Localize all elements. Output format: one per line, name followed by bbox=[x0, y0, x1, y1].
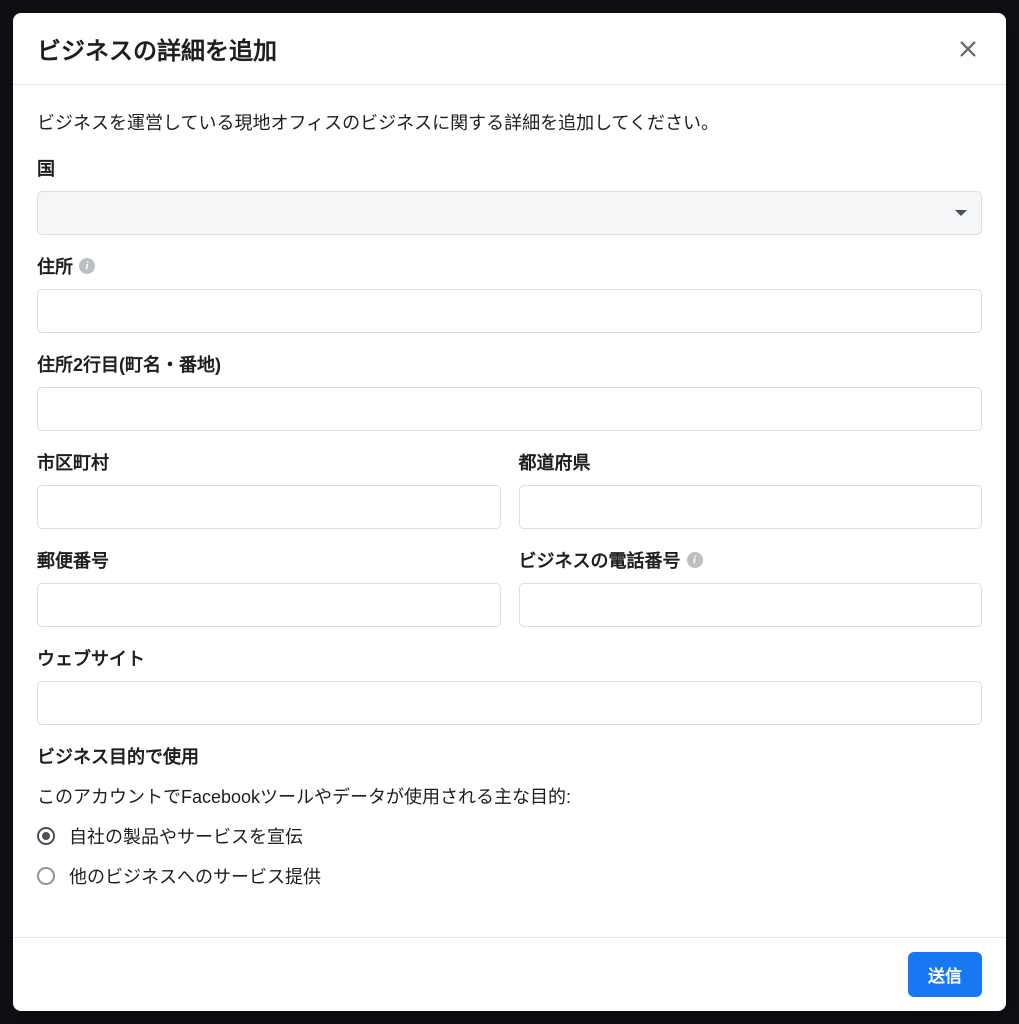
phone-label: ビジネスの電話番号 i bbox=[519, 547, 983, 573]
modal-header: ビジネスの詳細を追加 bbox=[13, 13, 1006, 85]
address-input[interactable] bbox=[37, 289, 982, 333]
modal-body: ビジネスを運営している現地オフィスのビジネスに関する詳細を追加してください。 国… bbox=[13, 85, 1006, 937]
info-icon[interactable]: i bbox=[79, 258, 95, 274]
city-label: 市区町村 bbox=[37, 449, 501, 475]
radio-label: 他のビジネスへのサービス提供 bbox=[69, 863, 321, 889]
field-city: 市区町村 bbox=[37, 449, 501, 529]
postal-label: 郵便番号 bbox=[37, 547, 501, 573]
website-label: ウェブサイト bbox=[37, 645, 982, 671]
modal-title: ビジネスの詳細を追加 bbox=[37, 31, 277, 66]
radio-label: 自社の製品やサービスを宣伝 bbox=[69, 823, 303, 849]
field-postal: 郵便番号 bbox=[37, 547, 501, 627]
website-input[interactable] bbox=[37, 681, 982, 725]
radio-option-promote-own[interactable]: 自社の製品やサービスを宣伝 bbox=[37, 823, 982, 849]
radio-icon bbox=[37, 867, 55, 885]
country-label: 国 bbox=[37, 155, 982, 181]
purpose-heading: ビジネス目的で使用 bbox=[37, 743, 982, 769]
radio-icon bbox=[37, 827, 55, 845]
country-select[interactable] bbox=[37, 191, 982, 235]
field-phone: ビジネスの電話番号 i bbox=[519, 547, 983, 627]
field-country: 国 bbox=[37, 155, 982, 235]
info-icon[interactable]: i bbox=[687, 552, 703, 568]
address2-input[interactable] bbox=[37, 387, 982, 431]
modal: ビジネスの詳細を追加 ビジネスを運営している現地オフィスのビジネスに関する詳細を… bbox=[13, 13, 1006, 1011]
field-address: 住所 i bbox=[37, 253, 982, 333]
chevron-down-icon bbox=[955, 210, 967, 216]
field-state: 都道府県 bbox=[519, 449, 983, 529]
address2-label: 住所2行目(町名・番地) bbox=[37, 351, 982, 377]
postal-input[interactable] bbox=[37, 583, 501, 627]
modal-footer: 送信 bbox=[13, 937, 1006, 1011]
purpose-subtext: このアカウントでFacebookツールやデータが使用される主な目的: bbox=[37, 783, 982, 809]
address-label: 住所 i bbox=[37, 253, 982, 279]
city-input[interactable] bbox=[37, 485, 501, 529]
intro-text: ビジネスを運営している現地オフィスのビジネスに関する詳細を追加してください。 bbox=[37, 109, 982, 135]
close-icon bbox=[957, 38, 979, 60]
submit-button[interactable]: 送信 bbox=[908, 952, 982, 997]
field-website: ウェブサイト bbox=[37, 645, 982, 725]
field-address2: 住所2行目(町名・番地) bbox=[37, 351, 982, 431]
close-button[interactable] bbox=[954, 35, 982, 63]
phone-input[interactable] bbox=[519, 583, 983, 627]
state-label: 都道府県 bbox=[519, 449, 983, 475]
state-input[interactable] bbox=[519, 485, 983, 529]
radio-option-serve-others[interactable]: 他のビジネスへのサービス提供 bbox=[37, 863, 982, 889]
